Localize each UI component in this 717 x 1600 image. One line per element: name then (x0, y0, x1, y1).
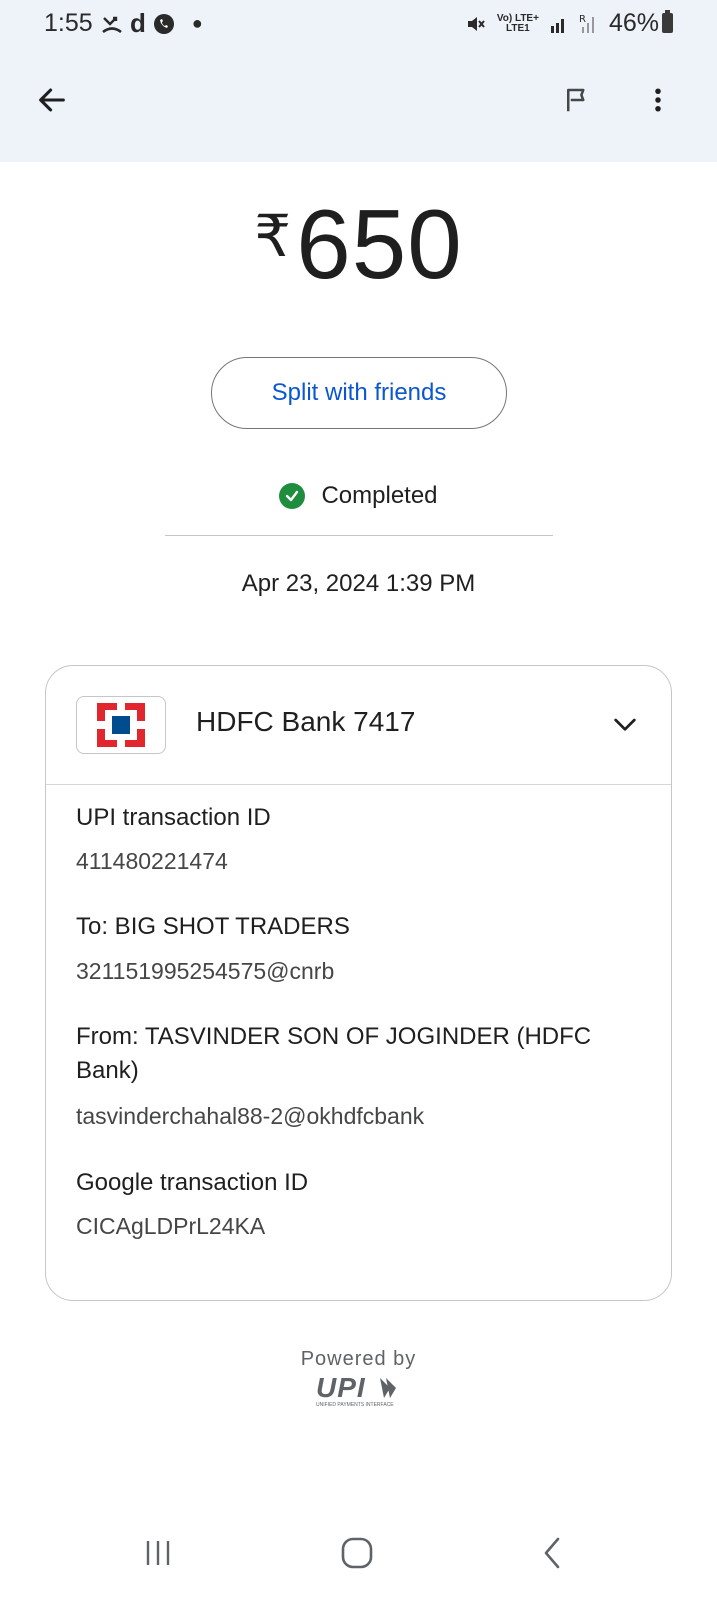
flag-icon (567, 88, 585, 112)
status-text: Completed (321, 482, 438, 509)
upi-logo-text: UPI (316, 1374, 366, 1403)
google-transaction-id-label: Google transaction ID (76, 1169, 309, 1196)
roaming-signal-icon: R (579, 14, 594, 33)
recent-apps-icon[interactable] (140, 1535, 176, 1571)
signal-icon (550, 18, 564, 33)
status-bar: 1:55 d ● Vo) LTE+ LTE1 R 46% (0, 0, 717, 48)
arrow-left-icon (39, 88, 65, 112)
upi-transaction-id-value[interactable]: 411480221474 (76, 848, 228, 875)
report-button[interactable] (553, 76, 601, 124)
transaction-datetime: Apr 23, 2024 1:39 PM (241, 570, 476, 597)
hdfc-logo-icon (76, 696, 166, 754)
back-nav-icon[interactable] (536, 1535, 572, 1571)
more-vert-icon (655, 88, 661, 112)
upi-logo: UPI UNIFIED PAYMENTS INTERFACE (316, 1374, 396, 1408)
top-area: 1:55 d ● Vo) LTE+ LTE1 R 46% (0, 0, 717, 162)
whatsapp-icon (153, 13, 174, 34)
powered-by-text: Powered by (300, 1348, 417, 1370)
chevron-down-icon[interactable] (609, 708, 641, 740)
payer-label: From: TASVINDER SON OF JOGINDER (HDFC Ba… (76, 1023, 592, 1084)
system-nav-bar (0, 1525, 717, 1585)
check-circle-icon (279, 483, 306, 509)
battery-percent: 46% (608, 9, 659, 37)
payment-amount: ₹650 (0, 188, 717, 301)
bank-name: HDFC Bank 7417 (196, 706, 416, 737)
notification-icons: d ● (100, 8, 203, 39)
app-bar (0, 62, 717, 142)
payee-upi-id[interactable]: 321151995254575@cnrb (76, 958, 334, 985)
network-top: Vo) LTE+ (496, 12, 539, 24)
home-icon[interactable] (339, 1535, 375, 1571)
payer-upi-id[interactable]: tasvinderchahal88-2@okhdfcbank (76, 1103, 424, 1130)
google-transaction-id-value[interactable]: CICAgLDPrL24KA (76, 1213, 265, 1240)
svg-text:R: R (579, 14, 586, 25)
network-type: Vo) LTE+ LTE1 (496, 12, 539, 34)
bank-account-row[interactable]: HDFC Bank 7417 (46, 666, 671, 785)
upi-transaction-id-label: UPI transaction ID (76, 804, 271, 831)
upi-logo-subtext: UNIFIED PAYMENTS INTERFACE (316, 1402, 394, 1408)
transaction-details-card: HDFC Bank 7417 UPI transaction ID 411480… (45, 665, 672, 1301)
dot-icon: ● (191, 13, 203, 33)
currency-symbol: ₹ (254, 204, 293, 269)
divider (165, 535, 553, 536)
split-with-friends-button[interactable]: Split with friends (211, 357, 507, 429)
payment-status: Completed (0, 482, 717, 510)
mute-icon (467, 16, 485, 31)
payee-label: To: BIG SHOT TRADERS (76, 913, 350, 940)
d-app-icon: d (130, 8, 146, 38)
system-status: Vo) LTE+ LTE1 R 46% (465, 9, 659, 38)
status-time: 1:55 (44, 9, 93, 37)
battery-icon (662, 10, 673, 33)
network-bottom: LTE1 (506, 22, 530, 34)
amount-value: 650 (296, 189, 463, 299)
missed-call-icon (102, 16, 122, 33)
more-options-button[interactable] (634, 76, 682, 124)
back-button[interactable] (28, 76, 76, 124)
